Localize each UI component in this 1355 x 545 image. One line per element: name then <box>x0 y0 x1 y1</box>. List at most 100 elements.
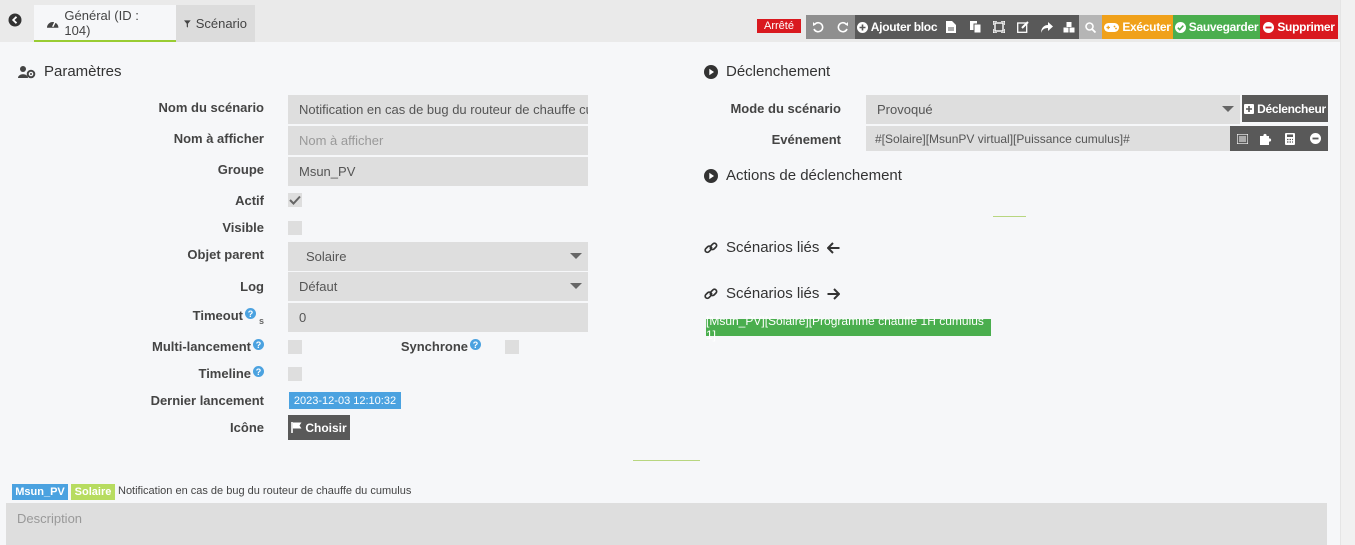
tab-scenario[interactable]: Scénario <box>176 5 255 42</box>
puzzle-icon <box>1260 133 1272 145</box>
edit-button[interactable] <box>1011 15 1035 39</box>
play-circle-icon <box>704 168 718 183</box>
event-calculator-button[interactable] <box>1278 126 1302 151</box>
log-select-value: Défaut <box>299 279 338 294</box>
help-icon[interactable]: ? <box>253 339 264 350</box>
multi-label-text: Multi-lancement <box>152 339 251 354</box>
linked-out-title-text: Scénarios liés <box>726 285 820 302</box>
add-block-label: Ajouter bloc <box>870 20 938 34</box>
last-run-label: Dernier lancement <box>150 393 264 408</box>
add-block-button[interactable]: Ajouter bloc <box>855 15 939 39</box>
expand-icon <box>993 21 1005 33</box>
undo-button[interactable] <box>806 15 830 39</box>
caret-down-icon <box>1222 106 1234 112</box>
log-button[interactable] <box>939 15 963 39</box>
group-input[interactable]: Msun_PV <box>288 157 588 186</box>
linked-in-title: Scénarios liés <box>704 239 840 256</box>
fullscreen-button[interactable] <box>987 15 1011 39</box>
group-label: Groupe <box>217 162 264 177</box>
visible-checkbox[interactable] <box>288 221 302 235</box>
tab-general-label: Général (ID : 104) <box>64 7 139 38</box>
help-icon[interactable]: ? <box>253 366 264 377</box>
actions-title-text: Actions de déclenchement <box>726 167 902 184</box>
parameters-title: Paramètres <box>18 63 122 80</box>
plus-circle-icon <box>856 21 868 33</box>
save-label: Sauvegarder <box>1188 20 1259 34</box>
sync-checkbox[interactable] <box>505 340 519 354</box>
export-button[interactable] <box>1035 15 1059 39</box>
plus-square-icon <box>1244 103 1255 114</box>
trigger-title: Déclenchement <box>704 63 830 80</box>
parent-select-value: Solaire <box>306 249 347 264</box>
name-input[interactable]: Notification en cas de bug du routeur de… <box>288 95 588 124</box>
duplicate-button[interactable] <box>963 15 987 39</box>
tab-scenario-label: Scénario <box>195 16 247 31</box>
display-name-input[interactable]: Nom à afficher <box>288 126 588 155</box>
mode-select[interactable]: Provoqué <box>866 95 1240 124</box>
redo-button[interactable] <box>830 15 855 39</box>
display-name-label: Nom à afficher <box>173 131 264 146</box>
timeout-input[interactable]: 0 <box>288 303 588 332</box>
group-tag: Msun_PV <box>12 484 68 500</box>
help-icon[interactable]: ? <box>470 339 481 350</box>
cubes-icon <box>1063 21 1075 32</box>
event-remove-button[interactable] <box>1302 126 1328 151</box>
users-cog-icon <box>18 65 36 78</box>
event-plugin-button[interactable] <box>1254 126 1278 151</box>
description-textarea[interactable]: Description <box>6 503 1327 545</box>
log-select[interactable]: Défaut <box>288 272 588 301</box>
mode-label: Mode du scénario <box>730 101 841 116</box>
delete-label: Supprimer <box>1277 20 1335 34</box>
active-checkbox[interactable] <box>288 193 302 207</box>
linked-out-title: Scénarios liés <box>704 285 841 302</box>
search-button[interactable] <box>1079 15 1102 39</box>
filter-icon <box>184 19 191 28</box>
delete-button[interactable]: Supprimer <box>1260 15 1338 39</box>
copy-icon <box>969 21 981 33</box>
templates-button[interactable] <box>1059 15 1079 39</box>
object-tag: Solaire <box>71 484 115 500</box>
mode-select-value: Provoqué <box>877 102 933 117</box>
tab-general[interactable]: Général (ID : 104) <box>34 5 176 42</box>
event-label: Evénement <box>771 132 841 147</box>
gamepad-icon <box>1104 22 1120 32</box>
minus-circle-icon <box>1263 21 1275 33</box>
timeline-label: Timeline? <box>64 366 264 381</box>
name-label: Nom du scénario <box>158 100 264 115</box>
timeline-label-text: Timeline <box>198 366 251 381</box>
link-icon <box>704 241 718 253</box>
execute-button[interactable]: Exécuter <box>1102 15 1173 39</box>
execute-label: Exécuter <box>1122 20 1171 34</box>
minus-circle-icon <box>1309 133 1321 144</box>
help-icon[interactable]: ? <box>244 308 256 319</box>
visible-label: Visible <box>222 220 264 235</box>
trigger-title-text: Déclenchement <box>726 63 831 80</box>
event-input[interactable]: #[Solaire][MsunPV virtual][Puissance cum… <box>866 126 1230 151</box>
active-label: Actif <box>235 193 264 208</box>
play-circle-icon <box>704 64 718 79</box>
add-trigger-label: Déclencheur <box>1257 101 1326 116</box>
parent-label: Objet parent <box>187 247 264 262</box>
file-icon <box>946 21 956 33</box>
event-list-button[interactable] <box>1230 126 1254 151</box>
scenario-name-caption: Notification en cas de bug du routeur de… <box>118 485 412 497</box>
linked-scenario-link[interactable]: [Msun_PV][Solaire][Programme chauffe 1H … <box>706 314 991 342</box>
parent-select[interactable]: Solaire <box>288 242 588 271</box>
parameters-title-text: Paramètres <box>44 63 122 80</box>
link-icon <box>704 287 718 299</box>
list-icon <box>1236 133 1248 144</box>
scrollbar[interactable] <box>1340 0 1355 545</box>
timeline-checkbox[interactable] <box>288 367 302 381</box>
log-label: Log <box>240 279 264 294</box>
save-button[interactable]: Sauvegarder <box>1173 15 1260 39</box>
linked-in-title-text: Scénarios liés <box>726 239 820 256</box>
back-button[interactable] <box>3 8 27 32</box>
sync-label: Synchrone? <box>300 339 481 354</box>
flag-icon <box>291 422 302 433</box>
arrow-left-circle-icon <box>8 13 22 27</box>
actions-title: Actions de déclenchement <box>704 167 902 184</box>
caret-down-icon <box>570 253 582 259</box>
divider <box>993 216 1026 217</box>
add-trigger-button[interactable]: Déclencheur <box>1242 95 1328 122</box>
choose-icon-button[interactable]: Choisir <box>288 415 350 440</box>
